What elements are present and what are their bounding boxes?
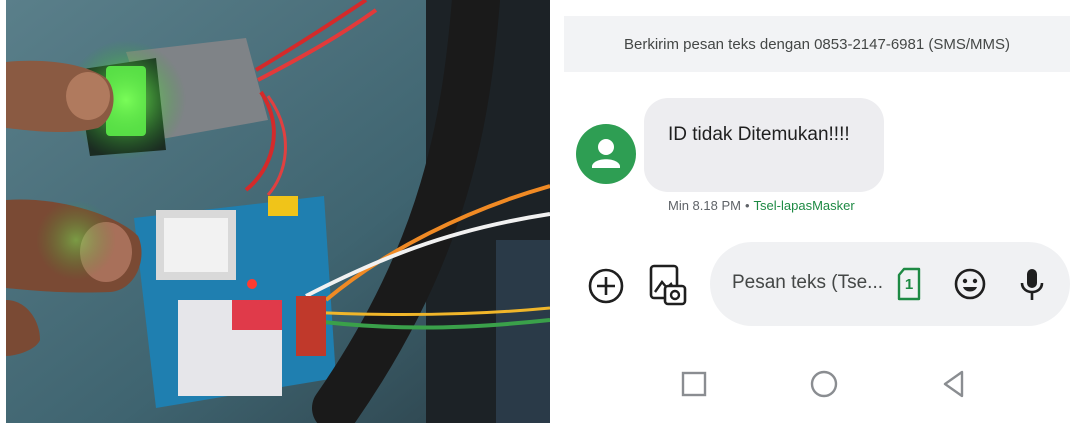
recents-icon xyxy=(681,371,707,397)
message-input-placeholder: Pesan teks (Tse... xyxy=(732,272,884,293)
messages-screen: Berkirim pesan teks dengan 0853-2147-698… xyxy=(558,0,1075,423)
message-time: Min 8.18 PM xyxy=(668,198,741,213)
system-navigation-bar xyxy=(558,356,1075,412)
add-icon xyxy=(588,268,624,304)
conversation-header: Berkirim pesan teks dengan 0853-2147-698… xyxy=(564,16,1070,72)
hardware-photo-drawing xyxy=(6,0,550,423)
hardware-photo xyxy=(6,0,550,423)
message-bubble[interactable]: ID tidak Ditemukan!!!! xyxy=(644,98,884,192)
meta-separator: • xyxy=(744,198,750,213)
back-icon xyxy=(943,370,964,398)
message-sim-label: Tsel-lapasMasker xyxy=(753,198,855,213)
home-button[interactable] xyxy=(806,366,842,402)
gallery-button[interactable] xyxy=(644,260,692,310)
home-icon xyxy=(810,370,838,398)
gallery-icon xyxy=(649,264,687,306)
voice-input-button[interactable] xyxy=(1012,264,1052,304)
recents-button[interactable] xyxy=(676,366,712,402)
back-button[interactable] xyxy=(936,366,972,402)
person-icon xyxy=(592,139,620,168)
sim-slot-number: 1 xyxy=(904,275,914,293)
conversation-header-text: Berkirim pesan teks dengan 0853-2147-698… xyxy=(623,35,1011,53)
message-input[interactable]: Pesan teks (Tse... 1 xyxy=(710,242,1070,326)
emoji-icon xyxy=(954,268,986,300)
message-meta: Min 8.18 PM • Tsel-lapasMasker xyxy=(668,198,855,213)
message-text: ID tidak Ditemukan!!!! xyxy=(668,124,850,145)
add-attachment-button[interactable] xyxy=(582,262,630,310)
microphone-icon xyxy=(1020,269,1044,300)
contact-avatar[interactable] xyxy=(576,124,636,184)
sim-select-button[interactable]: 1 xyxy=(892,264,926,304)
emoji-button[interactable] xyxy=(950,264,990,304)
